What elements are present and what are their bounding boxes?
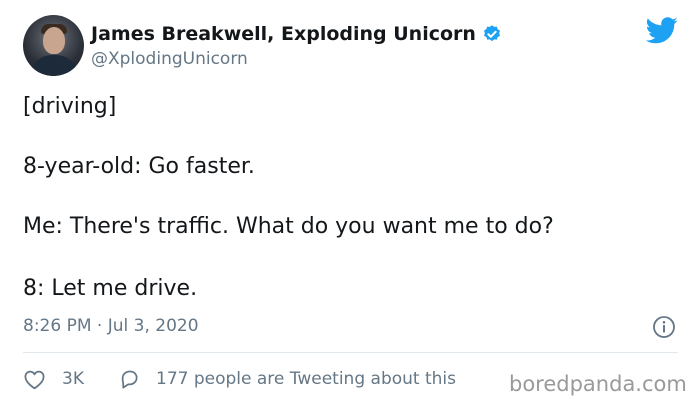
twitter-bird-icon[interactable] bbox=[646, 17, 678, 44]
like-count[interactable]: 3K bbox=[62, 369, 84, 389]
author-name-text[interactable]: James Breakwell, Exploding Unicorn bbox=[91, 23, 476, 45]
divider bbox=[23, 352, 678, 353]
tweet-text-line: [driving] bbox=[23, 94, 117, 119]
avatar[interactable] bbox=[23, 15, 84, 76]
tweet-text-line: Me: There's traffic. What do you want me… bbox=[23, 214, 554, 239]
verified-badge-icon bbox=[483, 25, 500, 42]
author-handle[interactable]: @XplodingUnicorn bbox=[91, 49, 248, 69]
heart-icon[interactable] bbox=[23, 369, 46, 390]
watermark: boredpanda.com bbox=[509, 372, 687, 396]
tweet-text-line: 8: Let me drive. bbox=[23, 276, 198, 301]
author-name[interactable]: James Breakwell, Exploding Unicorn bbox=[91, 23, 502, 45]
tweet-timestamp[interactable]: 8:26 PM · Jul 3, 2020 bbox=[23, 316, 199, 336]
tweet-text-line: 8-year-old: Go faster. bbox=[23, 154, 255, 179]
speech-bubble-icon[interactable] bbox=[118, 368, 141, 390]
info-icon[interactable] bbox=[652, 315, 676, 339]
tweeting-about-link[interactable]: 177 people are Tweeting about this bbox=[156, 369, 456, 389]
